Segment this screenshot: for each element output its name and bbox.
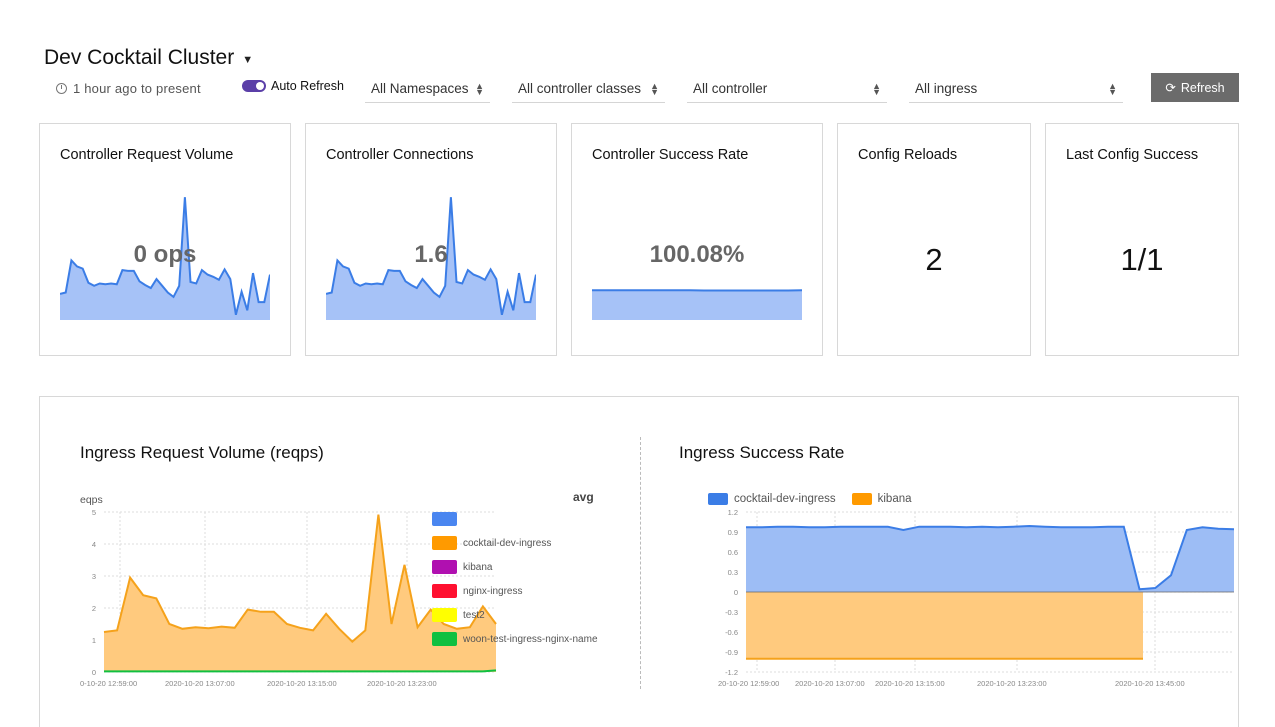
legend-swatch <box>851 493 872 505</box>
series-area <box>746 526 1234 592</box>
x-tick-label: 2020-10-20 13:07:00 <box>795 679 865 688</box>
controller-select[interactable]: All controller ▲ ▼ <box>687 73 887 103</box>
namespace-select[interactable]: All Namespaces ▲ ▼ <box>365 73 490 103</box>
legend-label: woon-test-ingress-nginx-name <box>463 633 598 645</box>
controller-class-select-value: All controller classes <box>518 81 642 96</box>
legend-swatch <box>432 512 457 526</box>
legend-item[interactable]: kibana <box>432 555 598 579</box>
card-title: Controller Connections <box>326 147 474 163</box>
card-value: 1.6 <box>414 241 448 268</box>
sort-arrows-icon: ▲ ▼ <box>872 81 881 97</box>
y-tick-label: -0.3 <box>725 608 738 617</box>
ingress-panel: Ingress Request Volume (reqps) Ingress S… <box>39 396 1239 727</box>
legend-item[interactable] <box>432 507 598 531</box>
x-tick-label: 2020-10-20 13:23:00 <box>367 679 437 687</box>
legend-label: nginx-ingress <box>463 585 523 597</box>
chevron-down-icon[interactable]: ▼ <box>242 54 253 66</box>
y-tick-label: 0 <box>92 668 96 677</box>
legend-label: cocktail-dev-ingress <box>463 537 552 549</box>
legend-swatch <box>432 632 457 646</box>
x-tick-label: 2020-10-20 13:15:00 <box>267 679 337 687</box>
card-value: 0 ops <box>133 241 197 268</box>
controller-select-value: All controller <box>693 81 768 96</box>
legend-item[interactable]: woon-test-ingress-nginx-name <box>432 627 598 651</box>
legend-label: test2 <box>463 609 485 621</box>
card-title: Controller Success Rate <box>592 147 749 163</box>
avg-label: avg <box>573 490 594 504</box>
cluster-title-text: Dev Cocktail Cluster <box>44 46 235 69</box>
y-tick-label: 3 <box>92 572 96 581</box>
y-tick-label: 1 <box>92 636 96 645</box>
card-value: 2 <box>925 242 943 277</box>
y-tick-label: -0.9 <box>725 648 738 657</box>
auto-refresh-toggle[interactable]: Auto Refresh <box>242 79 344 93</box>
time-range[interactable]: 1 hour ago to present <box>56 81 201 96</box>
legend-swatch <box>432 536 457 550</box>
series-area <box>746 592 1143 659</box>
ingress-success-rate-legend: cocktail-dev-ingress kibana <box>708 493 912 505</box>
legend-swatch <box>708 493 728 505</box>
x-tick-label: 2020-10-20 13:15:00 <box>875 679 945 688</box>
legend-swatch <box>432 560 457 574</box>
y-tick-label: 5 <box>92 508 96 517</box>
y-tick-label: 0.3 <box>728 568 738 577</box>
card-connections: Controller Connections 1.6 <box>305 123 557 356</box>
ingress-request-volume-legend: cocktail-dev-ingress kibana nginx-ingress t… <box>432 507 598 651</box>
legend-item[interactable]: test2 <box>432 603 598 627</box>
y-tick-label: 1.2 <box>728 508 738 517</box>
legend-label: kibana <box>877 493 912 505</box>
ingress-request-volume-title: Ingress Request Volume (reqps) <box>80 443 324 462</box>
refresh-button-label: Refresh <box>1180 80 1225 95</box>
y-tick-label: -0.6 <box>725 628 738 637</box>
card-value: 1/1 <box>1120 242 1164 277</box>
card-title: Config Reloads <box>858 147 958 163</box>
card-success-rate: Controller Success Rate 100.08% <box>571 123 823 356</box>
sort-arrows-icon: ▲ ▼ <box>650 81 659 97</box>
y-tick-label: -1.2 <box>725 668 738 677</box>
card-config-reloads: Config Reloads 2 <box>837 123 1031 356</box>
legend-item[interactable]: cocktail-dev-ingress <box>708 493 836 505</box>
legend-item[interactable]: nginx-ingress <box>432 579 598 603</box>
y-axis-label: eqps <box>80 494 103 506</box>
y-tick-label: 0.6 <box>728 548 738 557</box>
y-tick-label: 2 <box>92 604 96 613</box>
x-tick-label: 2020-10-20 13:07:00 <box>165 679 235 687</box>
sparkline-area <box>592 290 802 320</box>
namespace-select-value: All Namespaces <box>371 81 469 96</box>
ingress-success-rate-title: Ingress Success Rate <box>679 443 845 462</box>
x-tick-label: 20-10-20 12:59:00 <box>718 679 779 688</box>
refresh-button[interactable]: ⟳ Refresh <box>1151 73 1239 102</box>
time-range-label: 1 hour ago to present <box>73 81 201 96</box>
toolbar: 1 hour ago to present Auto Refresh All N… <box>56 73 1239 103</box>
legend-swatch <box>432 608 457 622</box>
x-tick-label: 2020-10-20 13:23:00 <box>977 679 1047 688</box>
legend-label: cocktail-dev-ingress <box>734 493 836 505</box>
card-value: 100.08% <box>649 241 745 268</box>
ingress-select-value: All ingress <box>915 81 978 96</box>
legend-item[interactable]: kibana <box>851 493 912 505</box>
series-line <box>104 669 497 673</box>
legend-swatch <box>432 584 457 598</box>
sort-arrows-icon: ▲ ▼ <box>475 81 484 97</box>
y-tick-label: 4 <box>92 540 96 549</box>
sort-arrows-icon: ▲ ▼ <box>1108 81 1117 97</box>
x-tick-label: 2020-10-20 13:45:00 <box>1115 679 1185 688</box>
y-tick-label: 0.9 <box>728 528 738 537</box>
legend-item[interactable]: cocktail-dev-ingress <box>432 531 598 555</box>
card-title: Last Config Success <box>1066 147 1199 163</box>
y-tick-label: 0 <box>734 588 738 597</box>
clock-icon <box>56 83 67 94</box>
cluster-title[interactable]: Dev Cocktail Cluster ▼ <box>44 46 253 70</box>
x-tick-label: 0-10-20 12:59:00 <box>80 679 137 687</box>
legend-label: kibana <box>463 561 493 573</box>
toggle-switch-icon[interactable] <box>242 80 266 92</box>
auto-refresh-label: Auto Refresh <box>271 79 344 93</box>
card-request-volume: Controller Request Volume 0 ops <box>39 123 291 356</box>
card-title: Controller Request Volume <box>60 147 234 163</box>
refresh-icon: ⟳ <box>1165 81 1176 95</box>
controller-class-select[interactable]: All controller classes ▲ ▼ <box>512 73 665 103</box>
ingress-select[interactable]: All ingress ▲ ▼ <box>909 73 1123 103</box>
card-last-config-success: Last Config Success 1/1 <box>1045 123 1239 356</box>
ingress-success-rate-chart: 1.2 0.9 0.6 0.3 0 -0.3 -0.6 -0.9 -1.2 20-10-20 12… <box>718 508 1235 688</box>
